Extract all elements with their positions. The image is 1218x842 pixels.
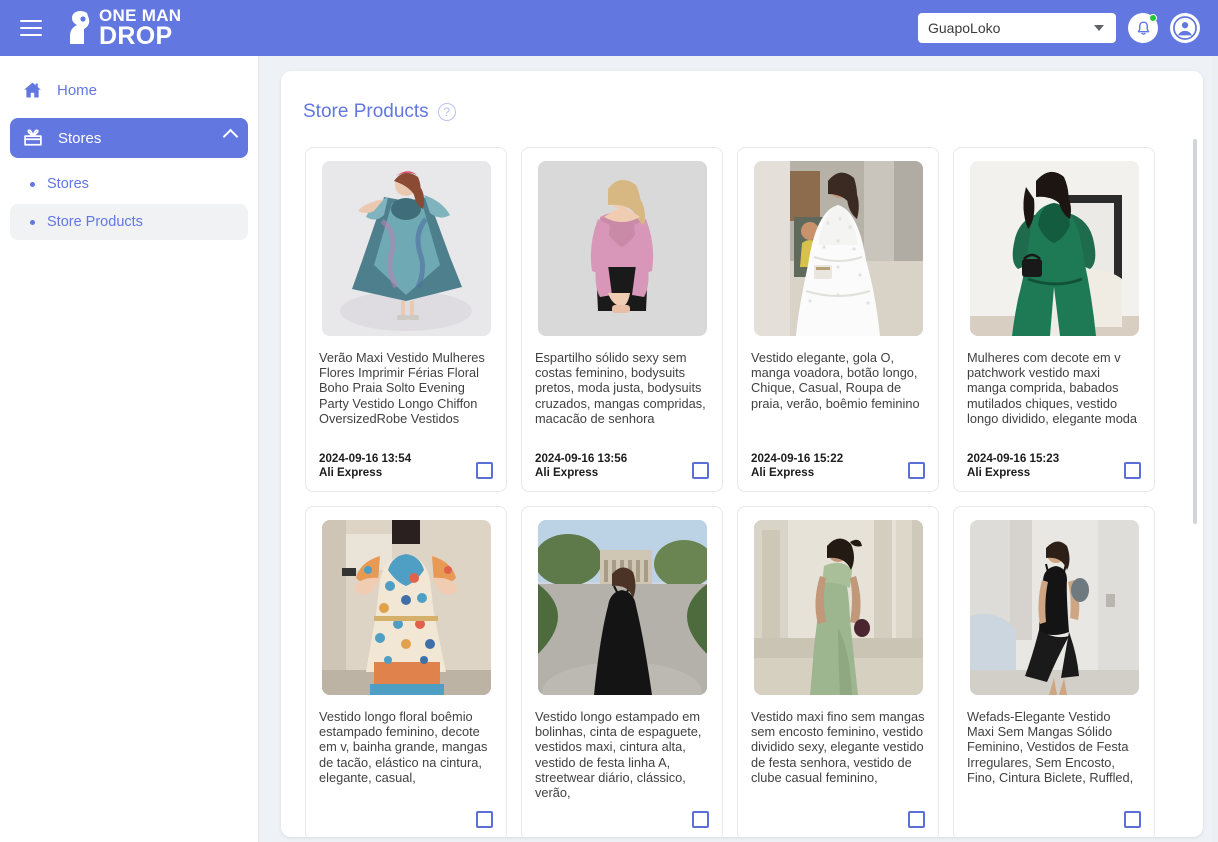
product-source: Ali Express [319, 466, 383, 479]
product-footer: 2024-09-16 15:22 Ali Express [751, 452, 925, 480]
product-source: Ali Express [535, 466, 599, 479]
product-title: Espartilho sólido sexy sem costas femini… [535, 350, 706, 426]
product-card[interactable]: Verão Maxi Vestido Mulheres Flores Impri… [305, 147, 507, 492]
product-footer: 2024-09-16 13:54 Ali Express [319, 452, 493, 480]
green-vneck-maxi-dress-photo [969, 161, 1139, 336]
bell-icon [1137, 20, 1149, 35]
product-card[interactable]: Vestido elegante, gola O, manga voadora,… [737, 147, 939, 492]
product-title: Vestido longo estampado em bolinhas, cin… [535, 709, 702, 801]
account-button[interactable] [1170, 13, 1200, 43]
product-select-checkbox[interactable] [1124, 811, 1141, 828]
store-products-panel: Store Products ? Verão Maxi Vestido Mulh… [281, 71, 1203, 837]
product-title: Wefads-Elegante Vestido Maxi Sem Mangas … [967, 709, 1134, 785]
product-meta: 2024-09-16 15:23 Ali Express [967, 452, 1059, 480]
sidebar-nav: Home Stores Stores Store Products [0, 56, 259, 842]
store-icon [24, 129, 42, 146]
store-selector-value: GuapoLoko [928, 20, 1001, 36]
sidebar-subitem-store-products[interactable]: Store Products [10, 204, 248, 240]
store-selector[interactable]: GuapoLoko [918, 13, 1116, 43]
product-footer: 2024-09-16 15:23 Ali Express [967, 452, 1141, 480]
chevron-up-icon [222, 128, 239, 145]
chevron-down-icon [1094, 25, 1104, 31]
product-select-checkbox[interactable] [692, 462, 709, 479]
product-meta: 2024-09-16 13:56 Ali Express [535, 452, 627, 480]
product-meta: 2024-09-16 13:54 Ali Express [319, 452, 411, 480]
app-logo[interactable]: ONE MAN DROP [64, 7, 181, 50]
sidebar-item-label: Stores [58, 129, 102, 147]
product-card[interactable]: Vestido maxi fino sem mangas sem encosto… [737, 506, 939, 837]
product-grid: Verão Maxi Vestido Mulheres Flores Impri… [281, 147, 1203, 837]
sidebar-subitem-label: Store Products [47, 214, 143, 230]
page-title: Store Products [303, 101, 429, 122]
product-title: Vestido longo floral boêmio estampado fe… [319, 709, 488, 785]
black-strap-maxi-dress-outdoor-photo [537, 520, 707, 695]
hamburger-menu-icon[interactable] [20, 20, 42, 36]
account-circle-icon [1173, 16, 1197, 40]
product-grid-viewport: Verão Maxi Vestido Mulheres Flores Impri… [281, 147, 1203, 837]
product-select-checkbox[interactable] [908, 462, 925, 479]
product-title: Mulheres com decote em v patchwork vesti… [967, 350, 1138, 426]
product-meta: 2024-09-16 15:22 Ali Express [751, 452, 843, 480]
product-timestamp: 2024-09-16 13:56 [535, 452, 628, 465]
sidebar-subitem-label: Stores [47, 176, 89, 192]
main-content: Store Products ? Verão Maxi Vestido Mulh… [259, 56, 1218, 842]
product-footer [967, 811, 1141, 829]
sidebar-item-home[interactable]: Home [10, 70, 248, 110]
home-icon [24, 82, 41, 97]
product-timestamp: 2024-09-16 13:54 [319, 452, 412, 465]
panel-header: Store Products ? [281, 71, 1203, 123]
floral-boho-print-dress-photo [321, 520, 491, 695]
product-card[interactable]: Espartilho sólido sexy sem costas femini… [521, 147, 723, 492]
help-circle-icon[interactable]: ? [437, 103, 456, 121]
product-footer [319, 811, 493, 829]
bullet-icon [30, 181, 35, 187]
pink-off-shoulder-bodysuit-photo [537, 161, 707, 336]
product-card[interactable]: Vestido longo estampado em bolinhas, cin… [521, 506, 723, 837]
product-footer: 2024-09-16 13:56 Ali Express [535, 452, 709, 480]
app-header: ONE MAN DROP GuapoLoko [0, 0, 1218, 56]
header-actions: GuapoLoko [918, 13, 1200, 43]
logo-line-2: DROP [99, 21, 173, 50]
sidebar-subitem-stores[interactable]: Stores [10, 166, 248, 202]
product-select-checkbox[interactable] [908, 811, 925, 828]
white-eyelet-maxi-dress-photo [753, 161, 923, 336]
product-timestamp: 2024-09-16 15:23 [967, 452, 1060, 465]
product-select-checkbox[interactable] [476, 462, 493, 479]
sidebar-item-stores[interactable]: Stores [10, 118, 248, 158]
bullet-icon [30, 219, 35, 225]
notification-badge-dot [1149, 14, 1157, 22]
product-source: Ali Express [967, 466, 1031, 479]
product-select-checkbox[interactable] [692, 811, 709, 828]
person-silhouette-icon [64, 8, 98, 48]
product-source: Ali Express [751, 466, 815, 479]
sage-one-shoulder-gown-photo [753, 520, 923, 695]
product-select-checkbox[interactable] [1124, 462, 1141, 479]
product-grid-scrollbar[interactable] [1193, 139, 1197, 524]
product-title: Vestido maxi fino sem mangas sem encosto… [751, 709, 925, 785]
product-title: Vestido elegante, gola O, manga voadora,… [751, 350, 920, 411]
notifications-button[interactable] [1128, 13, 1158, 43]
product-select-checkbox[interactable] [476, 811, 493, 828]
product-footer [751, 811, 925, 829]
product-card[interactable]: Wefads-Elegante Vestido Maxi Sem Mangas … [953, 506, 1155, 837]
product-title: Verão Maxi Vestido Mulheres Flores Impri… [319, 350, 485, 426]
black-ruffled-midi-dress-photo [969, 520, 1139, 695]
product-timestamp: 2024-09-16 15:22 [751, 452, 844, 465]
sidebar-item-label: Home [57, 81, 98, 99]
product-footer [535, 811, 709, 829]
product-card[interactable]: Vestido longo floral boêmio estampado fe… [305, 506, 507, 837]
product-card[interactable]: Mulheres com decote em v patchwork vesti… [953, 147, 1155, 492]
floral-teal-maxi-dress-photo [321, 161, 491, 336]
